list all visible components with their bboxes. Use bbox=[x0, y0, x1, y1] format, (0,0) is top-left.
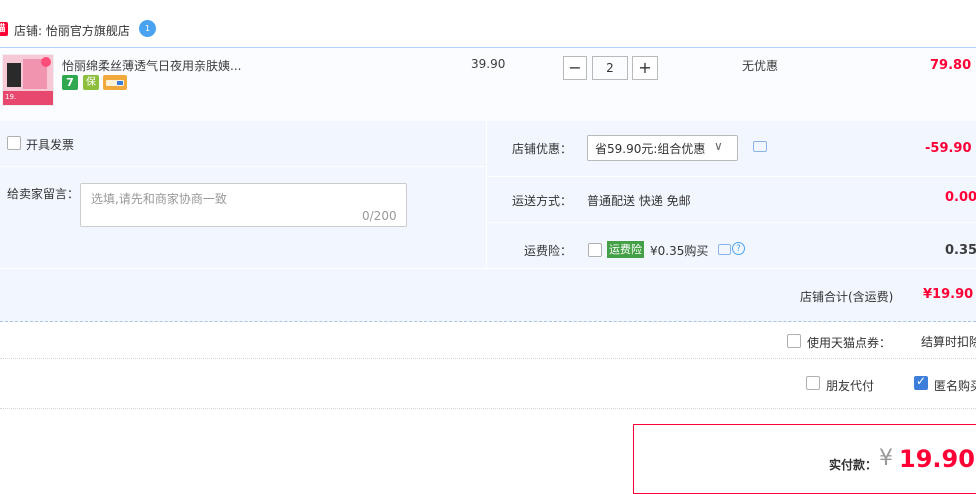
store-total-value: ¥19.90 bbox=[923, 287, 974, 302]
shipping-insurance-value: 0.35 bbox=[945, 243, 976, 258]
quantity-input[interactable]: 2 bbox=[592, 56, 628, 80]
credit-card-icon[interactable] bbox=[103, 75, 127, 90]
unit-price: 39.90 bbox=[471, 57, 506, 71]
quantity-decrease-button[interactable]: − bbox=[563, 56, 587, 80]
shipping-insurance-price: ¥0.35购买 bbox=[650, 244, 709, 258]
seven-day-return-icon[interactable]: 7 bbox=[62, 75, 78, 90]
tmall-points-label[interactable]: 使用天猫点券： bbox=[807, 334, 891, 351]
product-title[interactable]: 怡丽绵柔丝薄透气日夜用亲肤姨... bbox=[62, 57, 252, 74]
chevron-down-icon[interactable]: ∨ bbox=[714, 139, 723, 153]
item-discount: 无优惠 bbox=[742, 59, 779, 73]
friend-pay-checkbox[interactable] bbox=[806, 376, 820, 390]
divider bbox=[0, 358, 976, 359]
divider bbox=[0, 408, 976, 409]
store-name[interactable]: 店铺: 怡丽官方旗舰店 bbox=[14, 22, 130, 39]
friend-pay-label[interactable]: 朋友代付 bbox=[826, 377, 874, 394]
thumbnail-price-tag: 19. bbox=[5, 93, 17, 101]
quantity-increase-button[interactable]: + bbox=[632, 56, 658, 80]
shipping-method-label: 运送方式： bbox=[512, 194, 573, 208]
seller-message-char-count: 0/200 bbox=[362, 209, 397, 223]
store-discount-value: -59.90 bbox=[925, 141, 972, 156]
store-total-label: 店铺合计(含运费) bbox=[800, 290, 894, 304]
shipping-insurance-label: 运费险： bbox=[524, 244, 573, 258]
product-thumbnail[interactable]: 19. bbox=[2, 54, 54, 106]
divider bbox=[486, 121, 487, 268]
item-subtotal: 79.80 bbox=[930, 58, 972, 73]
tmall-points-checkbox[interactable] bbox=[787, 334, 801, 348]
divider bbox=[0, 166, 486, 167]
shipping-insurance-checkbox[interactable] bbox=[588, 243, 602, 257]
payment-total-label: 实付款： bbox=[829, 458, 878, 472]
payment-total-value: 19.90 bbox=[899, 445, 975, 473]
seller-message-placeholder: 选填,请先和商家协商一致 bbox=[91, 192, 227, 206]
shipping-insurance-badge: 运费险 bbox=[607, 241, 644, 258]
anonymous-purchase-label[interactable]: 匿名购买 bbox=[934, 377, 976, 394]
wangwang-chat-icon[interactable]: 1 bbox=[139, 20, 156, 37]
seller-message-label: 给卖家留言： bbox=[7, 187, 80, 201]
anonymous-purchase-checkbox[interactable] bbox=[914, 374, 928, 390]
help-icon[interactable]: ? bbox=[732, 242, 745, 255]
comment-icon[interactable] bbox=[753, 141, 767, 152]
store-discount-selected-value[interactable]: 省59.90元:组合优惠 bbox=[595, 140, 705, 157]
invoice-checkbox[interactable] bbox=[7, 136, 21, 150]
invoice-label[interactable]: 开具发票 bbox=[26, 136, 74, 153]
tmall-points-note: 结算时扣除 bbox=[921, 335, 976, 349]
divider bbox=[487, 222, 976, 223]
currency-symbol: ¥ bbox=[879, 446, 893, 471]
guarantee-icon[interactable]: 保 bbox=[83, 75, 99, 90]
store-discount-label: 店铺优惠： bbox=[512, 142, 573, 156]
divider bbox=[487, 176, 976, 177]
shipping-price: 0.00 bbox=[945, 190, 976, 205]
comment-icon[interactable] bbox=[718, 244, 731, 255]
store-logo: 猫 bbox=[0, 22, 8, 36]
shipping-method-value: 普通配送 快递 免邮 bbox=[587, 194, 691, 208]
